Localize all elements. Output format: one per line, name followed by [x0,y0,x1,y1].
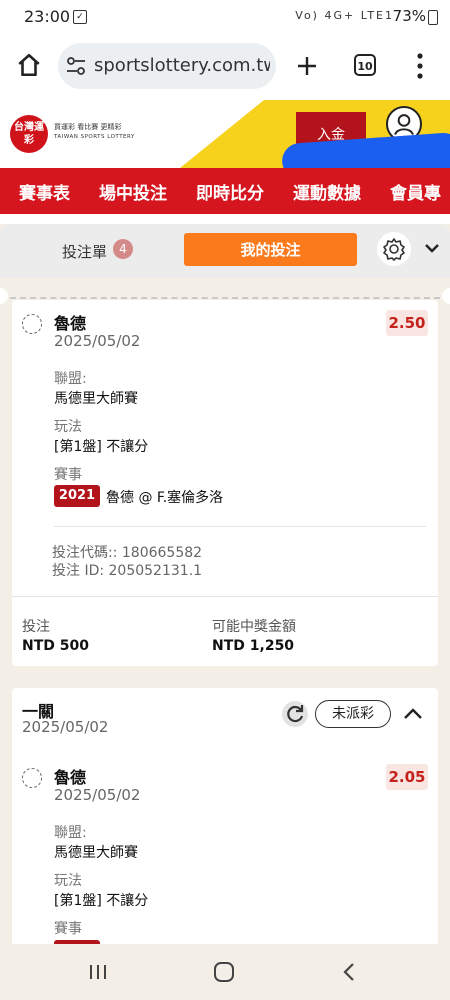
nav-item-member[interactable]: 會員專 [390,179,441,204]
logo-tagline: 買運彩 看比賽 更精彩 [54,123,122,131]
market-period: [第1盤] [54,893,102,909]
address-bar[interactable]: sportslottery.com.tw [58,43,276,89]
payout-value: NTD 1,250 [212,638,295,654]
status-time: 23:00 [24,7,71,26]
bet-card: 一關 2025/05/02 未派彩 魯德 2025/05/02 2.05 聯盟:… [12,688,438,948]
status-bar: 23:00 ✓ Vo) 4G+ LTE1 73% [0,0,450,34]
selection-date: 2025/05/02 [54,786,141,804]
bet-panel: 投注單 4 我的投注 魯德 2025/05/02 2.50 聯盟: 馬德里大師賽… [0,224,450,948]
selection-name: 魯德 [54,768,87,787]
chevron-up-icon[interactable] [403,707,423,721]
ticket-notch [0,288,8,304]
more-menu-icon[interactable] [416,52,424,80]
payout-label: 可能中獎金額 [212,619,296,635]
event-year-badge: 2021 [54,485,100,507]
tab-switcher-button[interactable]: 10 [354,54,376,76]
battery-level: 73% [392,7,426,25]
url-text: sportslottery.com.tw [94,55,270,76]
selection-date: 2025/05/02 [54,332,141,350]
market-label: 玩法 [54,419,82,435]
site-logo[interactable]: 台灣運彩 [10,115,48,153]
settlement-status-badge: 未派彩 [315,700,391,728]
bet-card: 魯德 2025/05/02 2.50 聯盟: 馬德里大師賽 玩法 [第1盤] 不… [12,300,438,666]
event-label: 賽事 [54,921,82,937]
nav-item-sports-data[interactable]: 運動數據 [293,179,361,204]
refresh-button[interactable] [282,701,308,727]
ticket-divider [10,297,440,299]
market-value: [第1盤] 不讓分 [54,436,148,456]
bet-type-date: 2025/05/02 [22,718,109,736]
site-settings-icon[interactable] [66,57,86,75]
nav-item-schedule[interactable]: 賽事表 [19,179,70,204]
league-label: 聯盟: [54,371,87,387]
notification-icon: ✓ [73,10,87,24]
home-icon[interactable] [16,52,42,78]
bet-code: 投注代碼:: 180665582 [52,545,203,561]
tab-betslip[interactable]: 投注單 [62,241,107,262]
stake-value: NTD 500 [22,638,89,654]
network-indicator: Vo) 4G+ LTE1 [295,9,394,22]
selection-radio[interactable] [22,768,42,788]
event-label: 賽事 [54,467,82,483]
odds-badge: 2.05 [386,764,428,790]
bet-id: 投注 ID: 205052131.1 [52,563,203,579]
selection-radio[interactable] [22,314,42,334]
betslip-count-badge: 4 [113,239,133,259]
market-type: 不讓分 [101,893,149,909]
site-header: 台灣運彩 買運彩 看比賽 更精彩 TAIWAN SPORTS LOTTERY 入… [0,100,450,168]
back-icon[interactable] [342,962,356,982]
chevron-down-icon[interactable] [424,242,440,254]
settings-button[interactable] [377,232,411,266]
market-label: 玩法 [54,873,82,889]
league-value: 馬德里大師賽 [54,391,138,407]
odds-badge: 2.50 [386,310,428,336]
league-value: 馬德里大師賽 [54,845,138,861]
browser-toolbar: sportslottery.com.tw 10 [0,34,450,100]
refresh-icon [287,705,304,723]
card-divider [12,596,438,597]
card-divider [54,526,426,527]
main-nav: 賽事表 場中投注 即時比分 運動數據 會員專 [0,168,450,214]
ticket-notch [442,288,450,304]
home-button-icon[interactable] [214,962,234,982]
bet-panel-header: 投注單 4 我的投注 [0,224,450,278]
league-label: 聯盟: [54,825,87,841]
market-period: [第1盤] [54,439,102,455]
system-nav-bar [0,944,450,1000]
recent-apps-icon[interactable] [88,964,108,980]
tab-my-bets[interactable]: 我的投注 [184,233,357,266]
event-value: 魯德 @ F.塞倫多洛 [106,490,224,506]
stake-label: 投注 [22,619,50,635]
selection-name: 魯德 [54,314,87,333]
nav-item-live-betting[interactable]: 場中投注 [99,179,167,204]
nav-item-live-scores[interactable]: 即時比分 [196,179,264,204]
gear-icon [383,238,405,261]
battery-icon [428,10,438,25]
new-tab-icon[interactable] [295,54,319,78]
logo-subtitle: TAIWAN SPORTS LOTTERY [54,134,135,140]
market-value: [第1盤] 不讓分 [54,890,148,910]
market-type: 不讓分 [101,439,149,455]
